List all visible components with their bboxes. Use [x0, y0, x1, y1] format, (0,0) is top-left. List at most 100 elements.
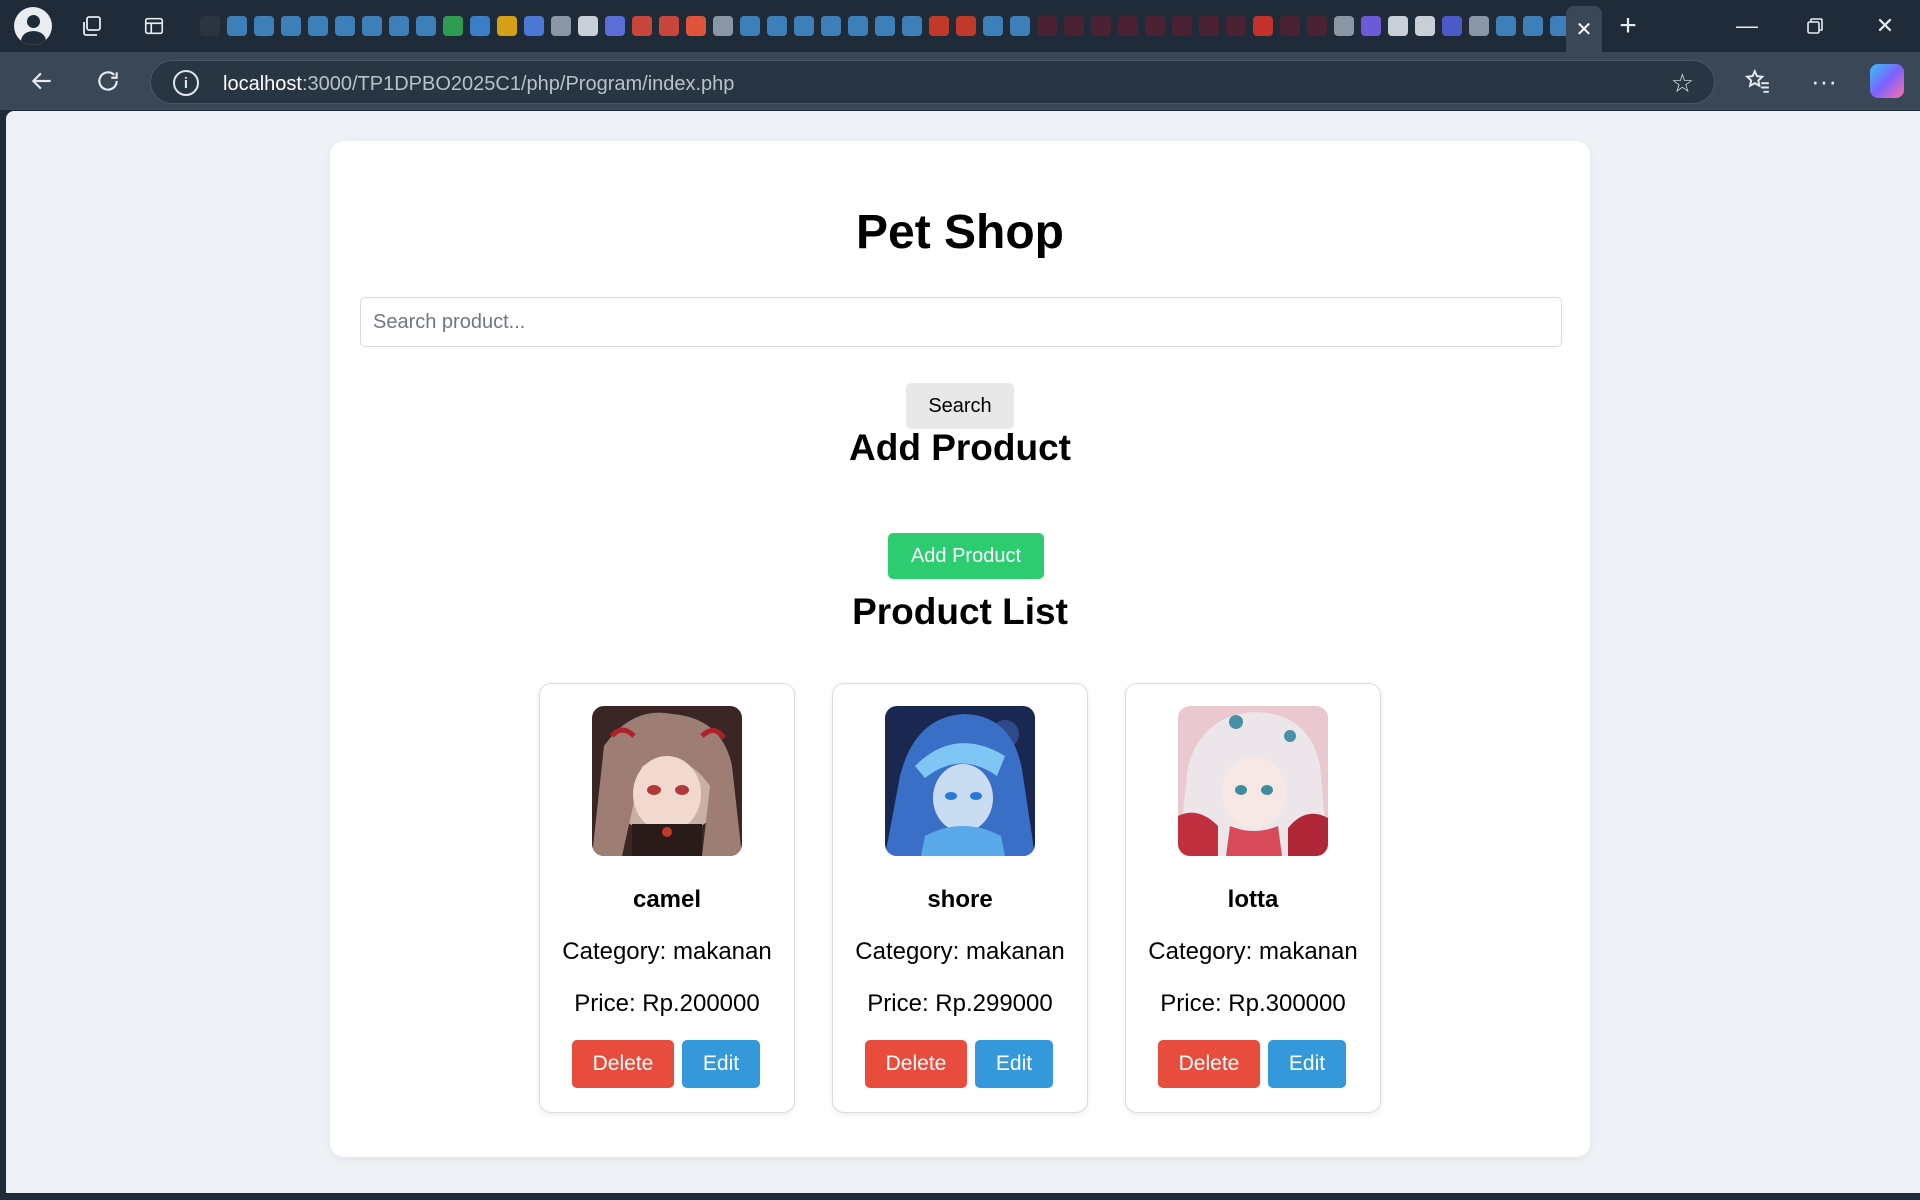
- app-icon[interactable]: [601, 13, 628, 40]
- document-icon[interactable]: [790, 13, 817, 40]
- address-bar[interactable]: i localhost:3000/TP1DPBO2025C1/php/Progr…: [150, 60, 1715, 104]
- edit-button[interactable]: Edit: [1268, 1040, 1346, 1088]
- media-icon[interactable]: [1141, 13, 1168, 40]
- tab-actions-icon[interactable]: [136, 8, 172, 44]
- edit-button[interactable]: Edit: [975, 1040, 1053, 1088]
- add-product-heading: Add Product: [849, 427, 1071, 468]
- search-button[interactable]: Search: [906, 383, 1014, 429]
- app-icon[interactable]: [1438, 13, 1465, 40]
- product-image: [592, 706, 742, 856]
- cat-icon[interactable]: [196, 13, 223, 40]
- product-grid: camel Category: makanan Price: Rp.200000…: [539, 683, 1381, 1113]
- media-icon[interactable]: [1087, 13, 1114, 40]
- calendar-icon[interactable]: [358, 13, 385, 40]
- minimize-icon[interactable]: —: [1724, 8, 1770, 44]
- document-icon[interactable]: [898, 13, 925, 40]
- back-icon[interactable]: [26, 65, 58, 97]
- url-host: localhost: [223, 73, 302, 95]
- close-window-icon[interactable]: ✕: [1862, 8, 1908, 44]
- more-menu-icon[interactable]: ···: [1808, 65, 1840, 97]
- media-icon[interactable]: [1060, 13, 1087, 40]
- media-icon[interactable]: [1276, 13, 1303, 40]
- url-text[interactable]: localhost:3000/TP1DPBO2025C1/php/Program…: [223, 73, 734, 96]
- document-icon[interactable]: [871, 13, 898, 40]
- close-tab-icon[interactable]: ✕: [1576, 17, 1593, 42]
- media-icon[interactable]: [1033, 13, 1060, 40]
- product-category: Category: makanan: [562, 938, 772, 965]
- app-icon[interactable]: [709, 13, 736, 40]
- gmail-icon[interactable]: [655, 13, 682, 40]
- globe-icon[interactable]: [547, 13, 574, 40]
- media-icon[interactable]: [1195, 13, 1222, 40]
- product-name: shore: [927, 886, 993, 913]
- calendar-icon[interactable]: [223, 13, 250, 40]
- copilot-icon[interactable]: [1870, 64, 1904, 98]
- favorites-icon[interactable]: [1742, 65, 1774, 97]
- new-tab-icon[interactable]: +: [1610, 8, 1646, 44]
- delete-button[interactable]: Delete: [572, 1040, 674, 1088]
- scribd-icon[interactable]: [925, 13, 952, 40]
- document-icon[interactable]: [736, 13, 763, 40]
- active-tab[interactable]: ✕: [1566, 6, 1602, 52]
- restore-icon[interactable]: [1792, 8, 1838, 44]
- product-image: [885, 706, 1035, 856]
- main-container: Pet Shop Search Add Product Add Product …: [330, 141, 1590, 1157]
- page-viewport: Pet Shop Search Add Product Add Product …: [6, 111, 1920, 1193]
- site-info-icon[interactable]: i: [173, 70, 199, 96]
- app-icon[interactable]: [1357, 13, 1384, 40]
- browser-toolbar: i localhost:3000/TP1DPBO2025C1/php/Progr…: [0, 52, 1920, 110]
- favorite-star-icon[interactable]: ☆: [1671, 68, 1694, 99]
- gauge-icon[interactable]: [1330, 13, 1357, 40]
- media-icon[interactable]: [1168, 13, 1195, 40]
- product-price: Price: Rp.200000: [574, 990, 760, 1017]
- sheets-icon[interactable]: [439, 13, 466, 40]
- edit-button[interactable]: Edit: [682, 1040, 760, 1088]
- docs-icon[interactable]: [520, 13, 547, 40]
- product-card: lotta Category: makanan Price: Rp.300000…: [1125, 683, 1381, 1113]
- product-price: Price: Rp.300000: [1160, 990, 1346, 1017]
- document-icon[interactable]: [844, 13, 871, 40]
- product-card: shore Category: makanan Price: Rp.299000…: [832, 683, 1088, 1113]
- document-icon[interactable]: [1546, 13, 1566, 40]
- product-price: Price: Rp.299000: [867, 990, 1053, 1017]
- github-icon[interactable]: [1411, 13, 1438, 40]
- media-icon[interactable]: [1222, 13, 1249, 40]
- gmail-icon[interactable]: [628, 13, 655, 40]
- document-icon[interactable]: [763, 13, 790, 40]
- document-icon[interactable]: [817, 13, 844, 40]
- document-icon[interactable]: [1006, 13, 1033, 40]
- figma-icon[interactable]: [682, 13, 709, 40]
- pinned-tabs-strip: [196, 10, 1566, 42]
- calendar-icon[interactable]: [277, 13, 304, 40]
- product-name: camel: [632, 886, 702, 913]
- search-input[interactable]: [360, 297, 1562, 347]
- product-category: Category: makanan: [855, 938, 1065, 965]
- delete-button[interactable]: Delete: [1158, 1040, 1260, 1088]
- github-icon[interactable]: [574, 13, 601, 40]
- document-icon[interactable]: [979, 13, 1006, 40]
- page-title: Pet Shop: [855, 206, 1064, 259]
- calendar-icon[interactable]: [250, 13, 277, 40]
- github-icon[interactable]: [1384, 13, 1411, 40]
- refresh-icon[interactable]: [92, 65, 124, 97]
- scribd-icon[interactable]: [952, 13, 979, 40]
- slides-icon[interactable]: [493, 13, 520, 40]
- media-icon[interactable]: [1114, 13, 1141, 40]
- delete-button[interactable]: Delete: [865, 1040, 967, 1088]
- url-path: :3000/TP1DPBO2025C1/php/Program/index.ph…: [301, 73, 735, 95]
- youtube-icon[interactable]: [1249, 13, 1276, 40]
- contacts-icon[interactable]: [466, 13, 493, 40]
- search-icon[interactable]: [1492, 13, 1519, 40]
- profile-avatar-icon[interactable]: [14, 7, 52, 45]
- add-product-button[interactable]: Add Product: [888, 533, 1044, 579]
- calendar-icon[interactable]: [304, 13, 331, 40]
- calendar-icon[interactable]: [412, 13, 439, 40]
- tab-bar: ✕ + — ✕: [0, 0, 1920, 52]
- media-icon[interactable]: [1303, 13, 1330, 40]
- globe-icon[interactable]: [1465, 13, 1492, 40]
- calendar-icon[interactable]: [385, 13, 412, 40]
- product-name: lotta: [1227, 886, 1279, 913]
- calendar-icon[interactable]: [331, 13, 358, 40]
- document-icon[interactable]: [1519, 13, 1546, 40]
- workspaces-icon[interactable]: [74, 8, 110, 44]
